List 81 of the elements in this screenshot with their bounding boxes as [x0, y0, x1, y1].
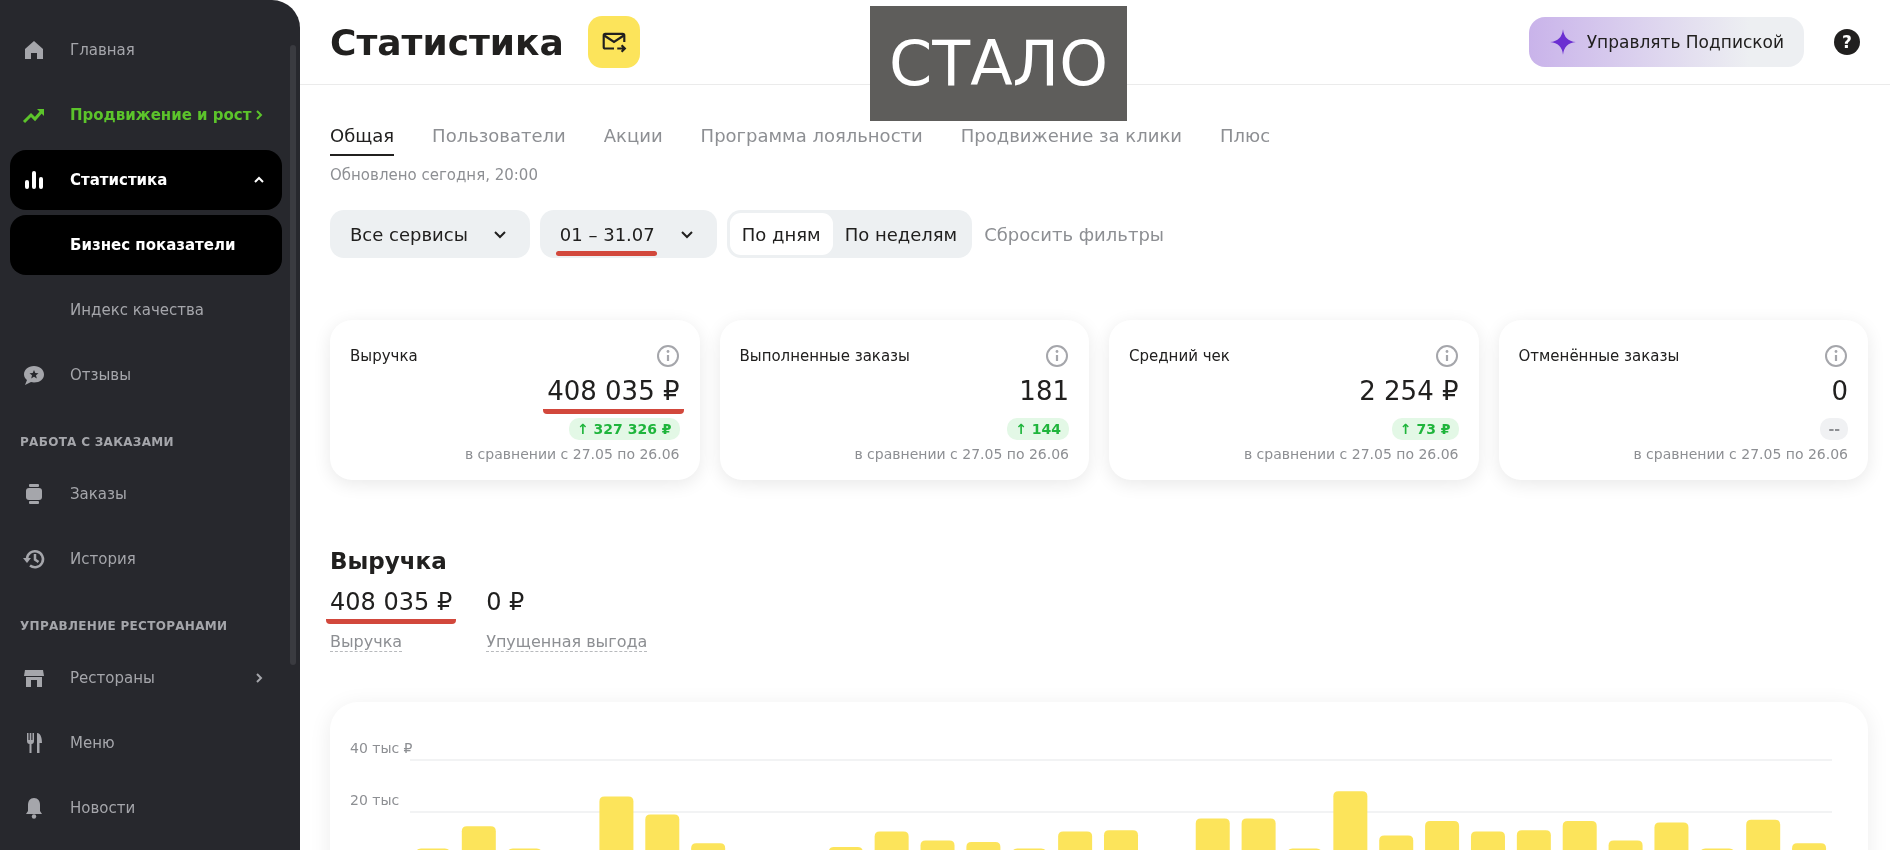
filter-dropdown[interactable]: Все сервисы: [330, 210, 530, 258]
axis-label: 40 тыс ₽: [350, 740, 413, 756]
metric-value: 408 035 ₽: [326, 588, 457, 624]
info-icon[interactable]: [655, 344, 680, 368]
tab[interactable]: Плюс: [1219, 125, 1271, 156]
nav-icon: [22, 38, 46, 62]
axis-label: 20 тыс: [350, 792, 400, 808]
change-badge: ↑ 144: [1007, 418, 1069, 440]
info-icon[interactable]: [1045, 344, 1069, 368]
chart-bar: [599, 796, 634, 850]
chart-bar: [874, 831, 909, 850]
sidebar-item[interactable]: Продвижение и рост: [10, 85, 282, 145]
tab[interactable]: Продвижение за клики: [960, 125, 1182, 156]
nav-icon: [22, 363, 46, 387]
card-title: Выручка: [350, 347, 418, 365]
section-title: Выручка: [330, 548, 448, 574]
comparison-text: в сравнении с 27.05 по 26.06: [1243, 446, 1459, 462]
updated-text: Обновлено сегодня, 20:00: [330, 166, 539, 184]
sidebar-section-heading: РАБОТА С ЗАКАЗАМИ: [19, 434, 175, 451]
chart-bar: [691, 843, 726, 850]
change-badge: ↑ 327 326 ₽: [568, 418, 680, 440]
chart-bar: [1241, 818, 1276, 850]
chart-bar: [1195, 818, 1230, 850]
sidebar-subitem[interactable]: Индекс качества: [10, 280, 282, 340]
chart-bar: [1425, 821, 1460, 850]
tab[interactable]: Акции: [603, 125, 663, 156]
card-title: Отменённые заказы: [1518, 347, 1680, 365]
chart-bar: [1654, 822, 1689, 850]
chart-bar: [920, 840, 955, 850]
metric-value: 0 ₽: [485, 588, 526, 618]
period-option[interactable]: По неделям: [832, 213, 970, 255]
help-button[interactable]: ?: [1834, 29, 1860, 55]
comparison-text: в сравнении с 27.05 по 26.06: [464, 446, 680, 462]
annotation-label: СТАЛО: [870, 6, 1127, 121]
chart-bar: [461, 826, 496, 850]
sidebar-section-heading: УПРАВЛЕНИЕ РЕСТОРАНАМИ: [19, 618, 229, 635]
filter-dropdown[interactable]: 01 – 31.07: [539, 210, 717, 258]
comparison-text: в сравнении с 27.05 по 26.06: [1633, 446, 1848, 462]
chart-bar: [1470, 831, 1505, 850]
info-icon[interactable]: [1824, 344, 1848, 368]
sidebar-item[interactable]: История: [10, 529, 282, 589]
tab[interactable]: Пользователи: [432, 125, 566, 156]
info-icon[interactable]: [1434, 344, 1459, 368]
nav-icon: [22, 547, 46, 571]
card-value: 0: [1830, 376, 1849, 408]
card-value: 2 254 ₽: [1358, 376, 1460, 408]
chart-bar: [1746, 819, 1781, 850]
reset-filters-link[interactable]: Сбросить фильтры: [984, 223, 1165, 245]
sidebar-subitem[interactable]: Бизнес показатели: [10, 215, 282, 275]
card-title: Выполненные заказы: [739, 347, 910, 365]
sidebar-item[interactable]: Новости: [10, 778, 282, 838]
subscription-button[interactable]: Управлять Подпиской: [1528, 17, 1804, 67]
period-option[interactable]: По дням: [729, 213, 833, 255]
tab[interactable]: Программа лояльности: [700, 125, 923, 156]
chart-bar: [645, 814, 680, 850]
page-title: Статистика: [330, 21, 564, 63]
chart-bar: [1104, 830, 1138, 850]
sidebar-item[interactable]: Заказы: [10, 464, 282, 524]
chart-bar: [1792, 843, 1827, 850]
chart-bar: [1516, 830, 1551, 850]
chart-bar: [828, 847, 863, 850]
change-badge: ↑ 73 ₽: [1391, 418, 1459, 440]
tab[interactable]: Общая: [330, 125, 395, 156]
chart-bar: [1379, 835, 1414, 850]
comparison-text: в сравнении с 27.05 по 26.06: [854, 446, 1069, 462]
sidebar-item[interactable]: Отзывы: [10, 345, 282, 405]
sidebar-item[interactable]: Рестораны: [10, 648, 282, 708]
chart-bar: [1608, 840, 1643, 850]
sidebar-item[interactable]: Главная: [10, 20, 282, 80]
chart-bar: [1562, 821, 1597, 850]
chart-bar: [1058, 831, 1093, 850]
metric-label[interactable]: Выручка: [330, 632, 403, 652]
metric-label[interactable]: Упущенная выгода: [486, 632, 648, 652]
sidebar-item[interactable]: Меню: [10, 713, 282, 773]
chart-bar: [966, 841, 1001, 850]
nav-icon: [22, 168, 46, 192]
card-value: 181: [1018, 376, 1070, 408]
chart-bar: [1333, 791, 1368, 850]
card-title: Средний чек: [1129, 347, 1230, 365]
change-badge: --: [1820, 418, 1848, 440]
sidebar-item[interactable]: Статистика: [10, 150, 282, 210]
